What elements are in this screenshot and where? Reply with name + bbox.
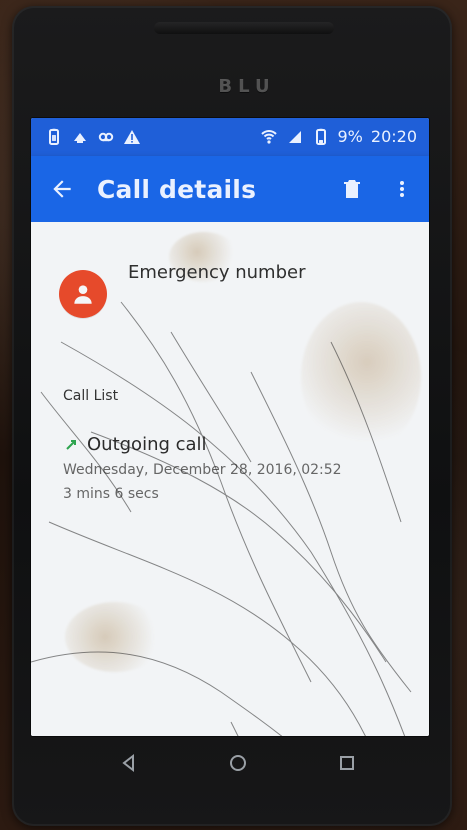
more-vert-icon[interactable]	[387, 174, 417, 204]
page-title: Call details	[97, 174, 257, 204]
recents-square-icon[interactable]	[330, 746, 364, 780]
person-icon	[74, 285, 92, 304]
app-bar-left: Call details	[47, 156, 256, 222]
stain-3	[65, 602, 165, 672]
status-bar: 9% 20:20	[31, 118, 429, 156]
home-circle-icon[interactable]	[221, 746, 255, 780]
phone-shell: BLU 9% 20:20 Call details Emergency numb…	[12, 6, 452, 826]
call-type: Outgoing call	[63, 434, 207, 455]
call-list-title: Call List	[63, 388, 119, 404]
wifi-icon	[260, 128, 278, 146]
notification-icon	[71, 128, 89, 146]
back-triangle-icon[interactable]	[112, 746, 146, 780]
battery-percent: 9%	[337, 127, 363, 146]
phone-brand: BLU	[218, 76, 276, 97]
phone-screen: 9% 20:20 Call details Emergency number C…	[31, 118, 429, 736]
photo: BLU 9% 20:20 Call details Emergency numb…	[0, 0, 467, 830]
android-nav-bar	[68, 738, 408, 788]
outgoing-call-icon	[63, 437, 79, 453]
call-type-label: Outgoing call	[87, 434, 207, 455]
cell-signal-icon	[286, 128, 304, 146]
status-left	[45, 126, 141, 148]
call-list-item[interactable]: Outgoing call Wednesday, December 28, 20…	[63, 434, 403, 514]
call-details-content: Emergency number Call List Outgoing call	[31, 222, 429, 736]
contact-row[interactable]: Emergency number	[31, 262, 429, 330]
call-date: Wednesday, December 28, 2016, 02:52	[63, 462, 342, 478]
back-arrow-icon[interactable]	[47, 174, 77, 204]
contact-name: Emergency number	[128, 262, 306, 283]
call-duration: 3 mins 6 secs	[63, 486, 159, 502]
avatar	[59, 270, 107, 318]
phone-speaker	[154, 22, 334, 34]
clock: 20:20	[370, 127, 417, 146]
battery-icon	[312, 128, 330, 146]
trash-icon[interactable]	[337, 174, 367, 204]
status-right: 9% 20:20	[260, 126, 417, 148]
app-bar: Call details	[31, 156, 429, 222]
warning-icon	[123, 128, 141, 146]
app-bar-actions	[337, 156, 417, 222]
voicemail-icon	[97, 128, 115, 146]
battery-saver-icon	[45, 128, 63, 146]
